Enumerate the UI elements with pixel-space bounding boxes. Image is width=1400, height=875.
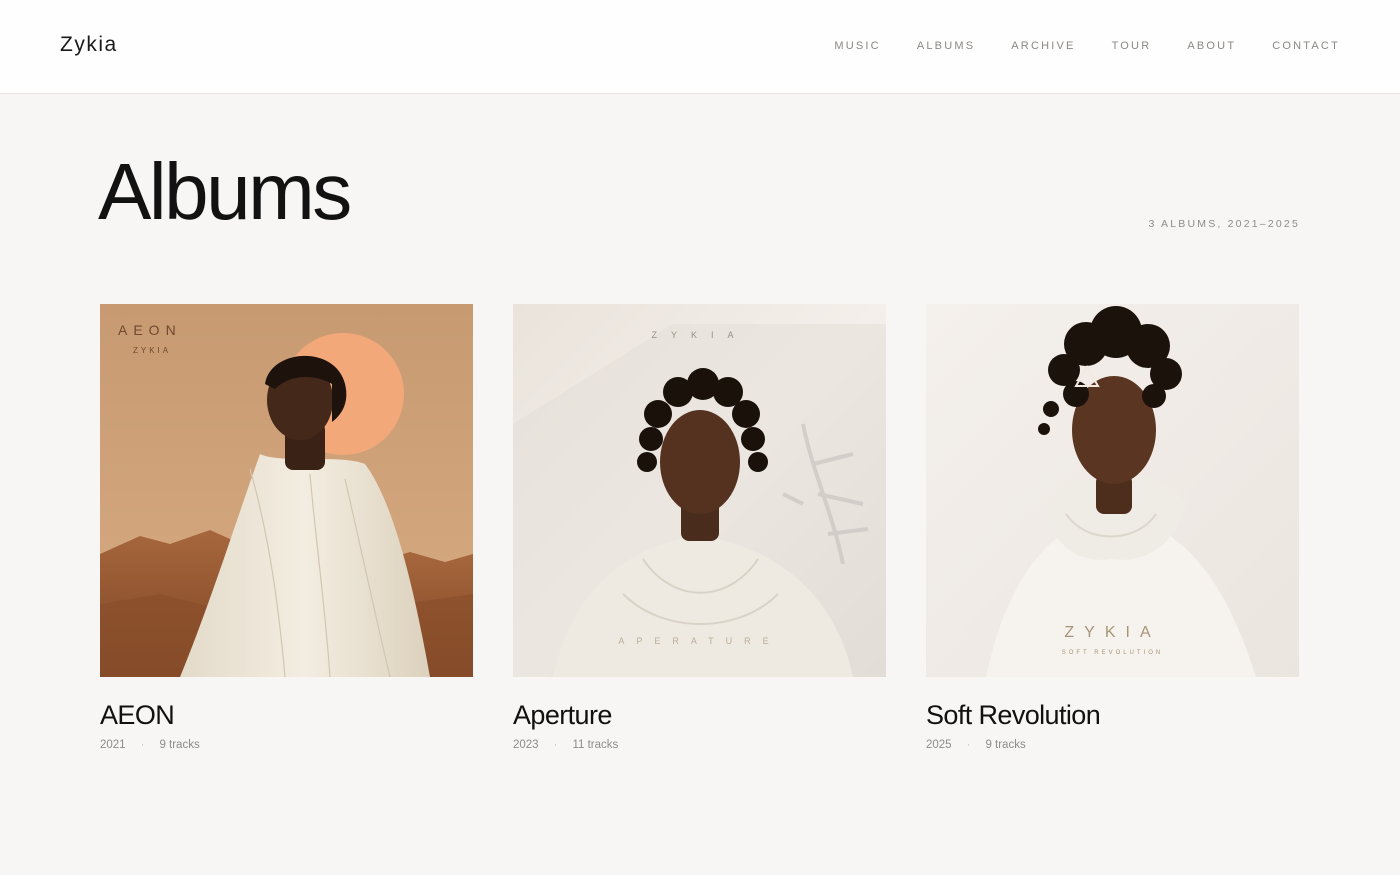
nav-archive[interactable]: ARCHIVE <box>1011 40 1075 52</box>
site-logo[interactable]: Zykia <box>60 33 118 57</box>
album-year: 2023 <box>513 738 539 751</box>
album-title-soft-revolution[interactable]: Soft Revolution <box>926 700 1299 731</box>
album-cover-soft-revolution[interactable]: ZYKIA SOFT REVOLUTION <box>926 304 1299 677</box>
album-count: 3 ALBUMS, 2021–2025 <box>1148 218 1300 230</box>
nav-about[interactable]: ABOUT <box>1187 40 1236 52</box>
album-card-aperture[interactable]: ZYKIA APERATURE Aperture 2023 · 11 track… <box>513 304 886 751</box>
album-year: 2021 <box>100 738 126 751</box>
album-title-aeon[interactable]: AEON <box>100 700 473 731</box>
nav-tour[interactable]: TOUR <box>1112 40 1152 52</box>
page-title: Albums <box>98 147 352 236</box>
album-title-aperture[interactable]: Aperture <box>513 700 886 731</box>
album-cover-aeon[interactable]: AEON ZYKIA <box>100 304 473 677</box>
cover-title-soft-revolution: SOFT REVOLUTION <box>1061 650 1164 656</box>
cover-artist-aperture: ZYKIA <box>651 330 748 340</box>
cover-artist-aeon: ZYKIA <box>133 346 172 355</box>
album-meta-soft-revolution: 2025 · 9 tracks <box>926 739 1299 751</box>
album-tracks: 9 tracks <box>159 738 200 751</box>
nav-albums[interactable]: ALBUMS <box>917 40 975 52</box>
cover-artist-soft-revolution: ZYKIA <box>1064 624 1161 641</box>
nav-contact[interactable]: CONTACT <box>1272 40 1340 52</box>
album-card-soft-revolution[interactable]: ZYKIA SOFT REVOLUTION Soft Revolution 20… <box>926 304 1299 751</box>
meta-separator: · <box>966 738 971 751</box>
main-nav: MUSIC ALBUMS ARCHIVE TOUR ABOUT CONTACT <box>834 40 1340 52</box>
portrait-aperture-icon <box>513 304 886 677</box>
album-tracks: 9 tracks <box>985 738 1026 751</box>
portrait-soft-revolution-icon <box>926 304 1299 677</box>
cover-title-aperture: APERATURE <box>618 636 781 646</box>
album-meta-aeon: 2021 · 9 tracks <box>100 739 473 751</box>
meta-separator: · <box>140 738 145 751</box>
nav-music[interactable]: MUSIC <box>834 40 880 52</box>
portrait-aeon-icon <box>100 304 473 677</box>
album-tracks: 11 tracks <box>572 738 619 751</box>
site-header: Zykia MUSIC ALBUMS ARCHIVE TOUR ABOUT CO… <box>0 0 1400 94</box>
album-cover-aperture[interactable]: ZYKIA APERATURE <box>513 304 886 677</box>
album-meta-aperture: 2023 · 11 tracks <box>513 739 886 751</box>
album-grid: AEON ZYKIA AEON 2021 · 9 tracks ZYKIA AP… <box>100 304 1299 751</box>
meta-separator: · <box>553 738 558 751</box>
album-card-aeon[interactable]: AEON ZYKIA AEON 2021 · 9 tracks <box>100 304 473 751</box>
album-year: 2025 <box>926 738 952 751</box>
cover-title-aeon: AEON <box>118 322 182 338</box>
